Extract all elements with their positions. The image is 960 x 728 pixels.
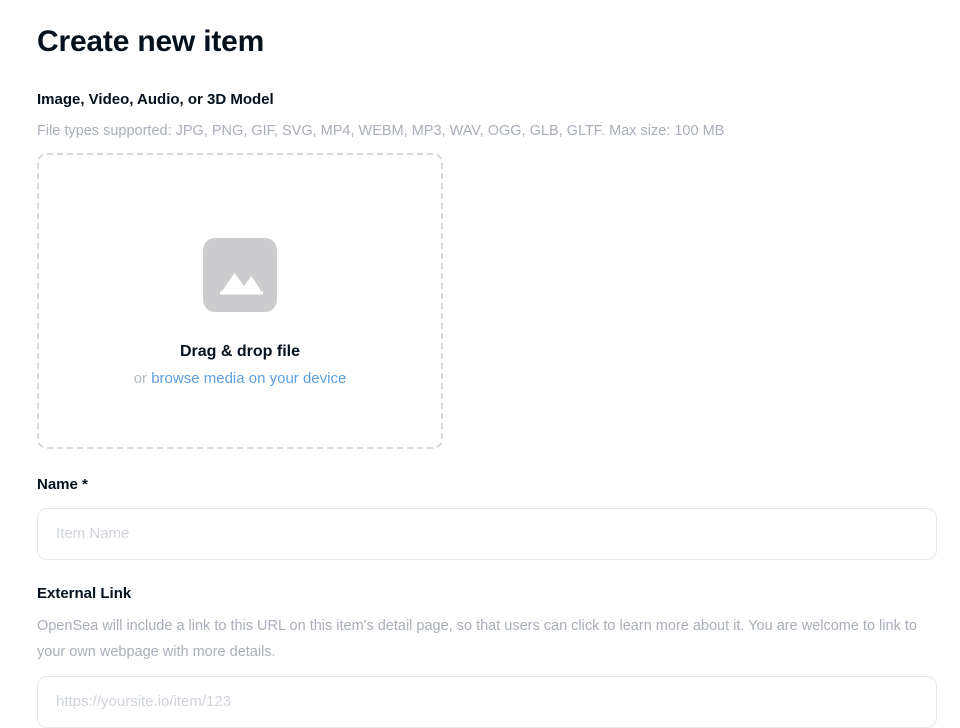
page-title: Create new item [37,0,923,60]
create-item-page: Create new item Image, Video, Audio, or … [0,0,960,709]
browse-media-link[interactable]: browse media on your device [151,370,346,387]
media-label: Image, Video, Audio, or 3D Model [37,90,923,110]
external-link-help-text: OpenSea will include a link to this URL … [37,614,923,666]
name-label: Name * [37,475,923,495]
name-field-group: Name * [37,475,923,560]
media-upload-section: Image, Video, Audio, or 3D Model File ty… [37,90,923,449]
image-placeholder-icon [203,238,277,312]
media-help-text: File types supported: JPG, PNG, GIF, SVG… [37,119,923,145]
external-link-input[interactable] [37,676,937,728]
dropzone-subtitle: or browse media on your device [134,370,347,388]
external-link-label: External Link [37,584,923,604]
dropzone-or-text: or [134,370,152,387]
file-dropzone[interactable]: Drag & drop file or browse media on your… [37,153,443,449]
dropzone-title: Drag & drop file [180,342,300,361]
external-link-field-group: External Link OpenSea will include a lin… [37,584,923,728]
dropzone-content: Drag & drop file or browse media on your… [134,238,347,388]
name-input[interactable] [37,508,937,560]
